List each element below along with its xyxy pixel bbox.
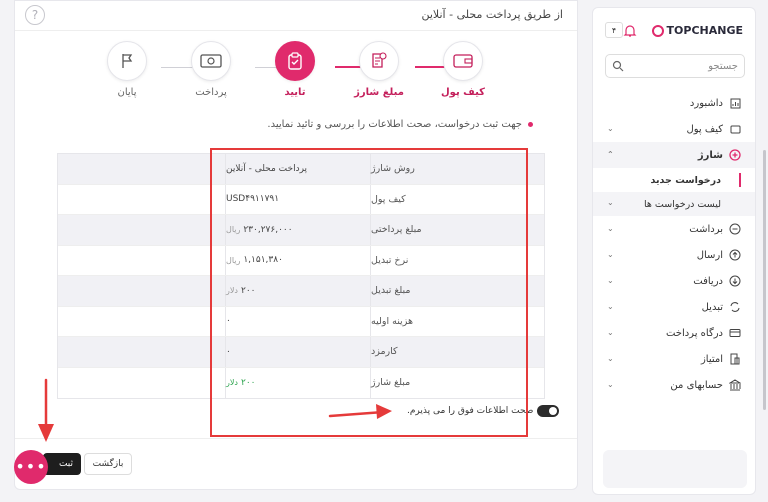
step-payment: پرداخت [181, 41, 241, 98]
exchange-icon [729, 301, 741, 313]
annotation-highlight-box [210, 148, 528, 437]
footer-divider [15, 438, 577, 439]
plus-circle-icon [729, 149, 741, 161]
page-title: از طریق پرداخت محلی - آنلاین [421, 8, 564, 21]
chevron-down-icon: ⌄ [607, 276, 614, 285]
step-confirm: تایید [265, 41, 325, 98]
chevron-down-icon: ⌄ [607, 124, 614, 133]
sidebar-item-dashboard[interactable]: داشبورد [593, 90, 755, 116]
sidebar-subitem-request-list[interactable]: ⌄ لیست درخواست ها [593, 192, 755, 216]
step-amount: مبلغ شارژ [349, 41, 409, 98]
sidebar-nav: داشبورد ⌄ کیف پول ⌃ شارژ درخواست جدید ⌄ لیس… [593, 90, 755, 398]
wallet-icon [443, 41, 483, 81]
chevron-down-icon: ⌄ [607, 250, 614, 259]
arrow-down-icon [729, 275, 741, 287]
chevron-down-icon: ⌄ [607, 198, 614, 207]
dashboard-icon [729, 97, 741, 109]
scrollbar[interactable] [763, 150, 766, 410]
main-header: ? از طریق پرداخت محلی - آنلاین [15, 1, 577, 31]
notification-count[interactable]: ۴ [605, 22, 623, 38]
wallet-icon [729, 123, 741, 135]
note-text: جهت ثبت درخواست، صحت اطلاعات را بررسی و … [267, 119, 522, 130]
sidebar-item-payment-gateway[interactable]: ⌄ درگاه پرداخت [593, 320, 755, 346]
sidebar-item-wallet[interactable]: ⌄ کیف پول [593, 116, 755, 142]
bell-icon[interactable] [623, 24, 637, 38]
sidebar-item-charge[interactable]: ⌃ شارژ [593, 142, 755, 168]
bullet-dot [528, 121, 533, 127]
chevron-down-icon: ⌄ [607, 302, 614, 311]
invoice-dollar-icon [359, 41, 399, 81]
logo-mark-icon [651, 24, 664, 37]
submit-button[interactable]: ثبت [43, 453, 81, 475]
help-icon[interactable]: ? [25, 5, 45, 25]
step-wallet: کیف پول [433, 41, 493, 98]
sidebar-item-exchange[interactable]: ⌄ تبدیل [593, 294, 755, 320]
bank-icon [729, 379, 741, 391]
cash-icon [191, 41, 231, 81]
sidebar-item-send[interactable]: ⌄ ارسال [593, 242, 755, 268]
search-input[interactable]: جستجو [605, 54, 745, 78]
search-icon [612, 60, 624, 72]
chat-icon: ••• [15, 457, 47, 476]
step-label: تایید [284, 87, 306, 98]
sidebar-bottom-card [603, 450, 747, 488]
chevron-down-icon: ⌄ [607, 224, 614, 233]
arrow-up-icon [729, 249, 741, 261]
sidebar-item-my-accounts[interactable]: ⌄ حسابهای من [593, 372, 755, 398]
stepper: پایان پرداخت تایید مبلغ شارژ کیف پول [15, 41, 577, 111]
chevron-down-icon: ⌄ [607, 380, 614, 389]
minus-circle-icon [729, 223, 741, 235]
clipboard-check-icon [275, 41, 315, 81]
sidebar: TOPCHANGE ۴ جستجو داشبورد ⌄ کیف پول ⌃ شارژ… [592, 7, 756, 495]
flag-icon [107, 41, 147, 81]
accept-toggle[interactable] [537, 405, 560, 417]
step-finish: پایان [97, 41, 157, 98]
chevron-up-icon: ⌃ [607, 150, 614, 159]
chevron-down-icon: ⌄ [607, 354, 614, 363]
sidebar-subitem-new-request[interactable]: درخواست جدید [593, 168, 755, 192]
step-label: کیف پول [441, 87, 485, 98]
step-label: مبلغ شارژ [354, 87, 404, 98]
card-icon [729, 327, 741, 339]
sidebar-item-receive[interactable]: ⌄ دریافت [593, 268, 755, 294]
sidebar-item-withdraw[interactable]: ⌄ برداشت [593, 216, 755, 242]
search-placeholder: جستجو [708, 60, 738, 72]
sidebar-item-points[interactable]: ⌄ امتیاز [593, 346, 755, 372]
instruction-note: جهت ثبت درخواست، صحت اطلاعات را بررسی و … [267, 119, 533, 130]
step-label: پایان [117, 87, 137, 98]
step-label: پرداخت [195, 87, 227, 98]
back-button[interactable]: بازگشت [84, 453, 132, 475]
logo: TOPCHANGE [651, 24, 743, 37]
chat-button[interactable]: ••• [14, 450, 48, 484]
points-icon [729, 353, 741, 365]
chevron-down-icon: ⌄ [607, 328, 614, 337]
